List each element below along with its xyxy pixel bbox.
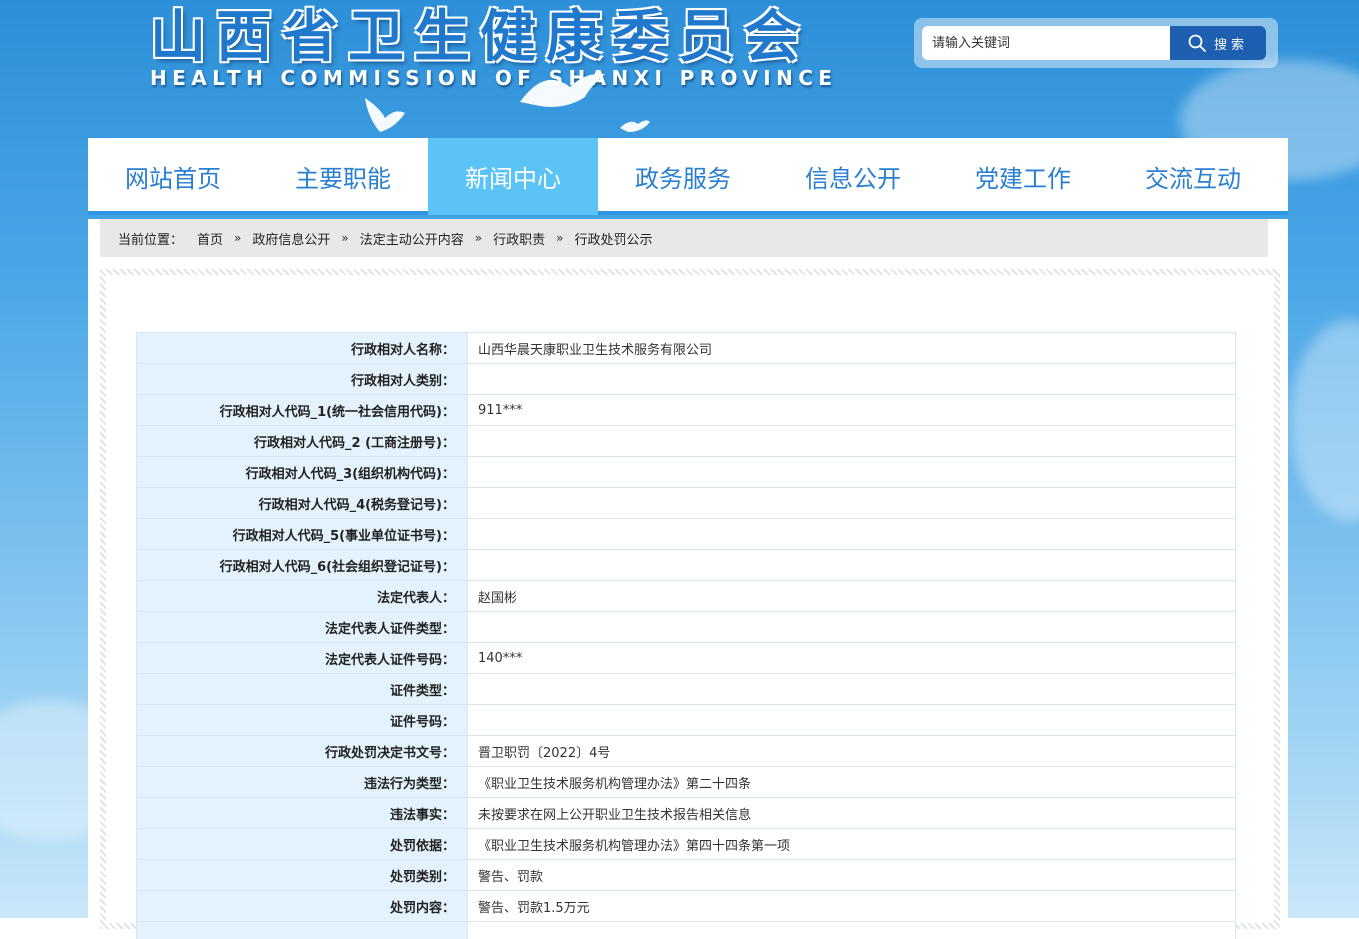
article-frame: 行政相对人名称： 山西华晨天康职业卫生技术服务有限公司 行政相对人类别： 行政相对人代… [100,269,1280,939]
field-label: 违法事实： [136,797,468,829]
field-value: 未按要求在网上公开职业卫生技术报告相关信息 [467,797,1236,829]
table-row: 法定代表人证件号码： 140*** [136,642,1236,674]
search-button[interactable]: 搜索 [1170,26,1266,60]
field-label: 行政相对人类别： [136,363,468,395]
dove-icon [620,120,650,132]
field-label: 法定代表人： [136,580,468,612]
field-label: 违法行为类型： [136,766,468,798]
breadcrumb-item[interactable]: 行政处罚公示 [574,229,652,248]
field-label: 行政相对人名称： [136,332,468,364]
field-label: 证件类型： [136,673,468,705]
nav-item-interaction[interactable]: 交流互动 [1108,138,1278,215]
table-row: 违法事实： 未按要求在网上公开职业卫生技术报告相关信息 [136,797,1236,829]
field-label: 行政相对人代码_6(社会组织登记证号)： [136,549,468,581]
field-value: 140*** [467,642,1236,674]
table-row: 行政相对人代码_6(社会组织登记证号)： [136,549,1236,581]
field-label: 行政相对人代码_4(税务登记号)： [136,487,468,519]
field-value: 警告、罚款1.5万元 [467,890,1236,922]
table-row [136,921,1236,939]
field-value [467,456,1236,488]
breadcrumb-lead: 当前位置： [118,232,184,248]
cloud-decoration [1290,320,1359,520]
breadcrumb-item[interactable]: 行政职责 [493,229,545,248]
field-value: 《职业卫生技术服务机构管理办法》第二十四条 [467,766,1236,798]
nav-item-functions[interactable]: 主要职能 [258,138,428,215]
field-value: 赵国彬 [467,580,1236,612]
table-row: 行政相对人代码_2 (工商注册号)： [136,425,1236,457]
article-frame-inner: 行政相对人名称： 山西华晨天康职业卫生技术服务有限公司 行政相对人类别： 行政相对人代… [106,275,1274,939]
field-label: 法定代表人证件号码： [136,642,468,674]
breadcrumb-separator: » [341,231,349,245]
search-bar: 搜索 [914,18,1278,68]
breadcrumb-separator: » [556,231,564,245]
search-input[interactable] [922,26,1180,60]
field-label: 行政相对人代码_5(事业单位证书号)： [136,518,468,550]
content-panel: 当前位置： 首页 » 政府信息公开 » 法定主动公开内容 » 行政职责 » 行政… [88,219,1288,939]
table-row: 行政相对人代码_3(组织机构代码)： [136,456,1236,488]
field-label: 处罚依据： [136,828,468,860]
breadcrumb-separator: » [234,231,242,245]
main-nav: 网站首页 主要职能 新闻中心 政务服务 信息公开 党建工作 交流互动 [88,138,1288,215]
field-label: 行政处罚决定书文号： [136,735,468,767]
field-value: 《职业卫生技术服务机构管理办法》第四十四条第一项 [467,828,1236,860]
table-row: 行政相对人代码_5(事业单位证书号)： [136,518,1236,550]
breadcrumb-item[interactable]: 法定主动公开内容 [360,229,464,248]
table-row: 法定代表人证件类型： [136,611,1236,643]
nav-item-party[interactable]: 党建工作 [938,138,1108,215]
field-value [467,363,1236,395]
site-subtitle: HEALTH COMMISSION OF SHANXI PROVINCE [150,66,838,90]
nav-item-disclosure[interactable]: 信息公开 [768,138,938,215]
field-label: 法定代表人证件类型： [136,611,468,643]
field-value [467,704,1236,736]
field-value [467,673,1236,705]
table-row: 行政相对人代码_1(统一社会信用代码)： 911*** [136,394,1236,426]
field-label: 处罚类别： [136,859,468,891]
field-value [467,549,1236,581]
table-row: 法定代表人： 赵国彬 [136,580,1236,612]
field-value [467,425,1236,457]
field-label: 行政相对人代码_3(组织机构代码)： [136,456,468,488]
breadcrumb-separator: » [474,231,483,245]
penalty-record-table: 行政相对人名称： 山西华晨天康职业卫生技术服务有限公司 行政相对人类别： 行政相对人代… [136,332,1236,939]
breadcrumb-item[interactable]: 政府信息公开 [252,229,330,248]
search-button-label: 搜索 [1213,37,1248,53]
table-row: 处罚内容： 警告、罚款1.5万元 [136,890,1236,922]
field-value [467,518,1236,550]
field-label [136,921,468,939]
table-row: 证件类型： [136,673,1236,705]
table-row: 行政相对人代码_4(税务登记号)： [136,487,1236,519]
table-row: 违法行为类型： 《职业卫生技术服务机构管理办法》第二十四条 [136,766,1236,798]
field-value [467,611,1236,643]
table-row: 处罚依据： 《职业卫生技术服务机构管理办法》第四十四条第一项 [136,828,1236,860]
breadcrumb: 当前位置： 首页 » 政府信息公开 » 法定主动公开内容 » 行政职责 » 行政… [100,219,1268,257]
search-icon [1188,34,1206,52]
field-label: 行政相对人代码_1(统一社会信用代码)： [136,394,468,426]
table-row: 行政相对人名称： 山西华晨天康职业卫生技术服务有限公司 [136,332,1236,364]
field-label: 处罚内容： [136,890,468,922]
table-row: 证件号码： [136,704,1236,736]
breadcrumb-item[interactable]: 首页 [197,229,223,248]
nav-item-home[interactable]: 网站首页 [88,138,258,215]
field-label: 行政相对人代码_2 (工商注册号)： [136,425,468,457]
dove-icon [520,73,605,107]
nav-item-services[interactable]: 政务服务 [598,138,768,215]
nav-item-news[interactable]: 新闻中心 [428,138,598,215]
field-value: 警告、罚款 [467,859,1236,891]
table-row: 处罚类别： 警告、罚款 [136,859,1236,891]
dove-icon [365,98,405,132]
field-value: 911*** [467,394,1236,426]
field-value [467,921,1236,939]
table-row: 行政相对人类别： [136,363,1236,395]
field-value: 山西华晨天康职业卫生技术服务有限公司 [467,332,1236,364]
field-value [467,487,1236,519]
site-title: 山西省卫生健康委员会 [150,5,810,70]
table-row: 行政处罚决定书文号： 晋卫职罚〔2022〕4号 [136,735,1236,767]
field-label: 证件号码： [136,704,468,736]
field-value: 晋卫职罚〔2022〕4号 [467,735,1236,767]
